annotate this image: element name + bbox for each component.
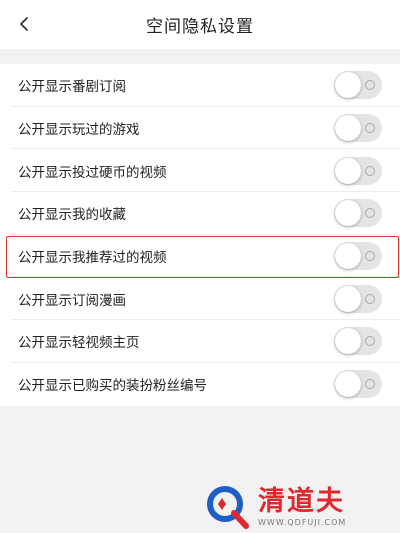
setting-label: 公开显示投过硬币的视频: [18, 164, 167, 181]
top-bar: 空间隐私设置: [0, 0, 400, 49]
setting-toggle[interactable]: [334, 199, 382, 228]
toggle-off-icon: [365, 123, 375, 134]
setting-label: 公开显示我推荐过的视频: [18, 250, 167, 267]
toggle-off-icon: [365, 80, 375, 91]
setting-label: 公开显示玩过的游戏: [18, 122, 140, 139]
setting-toggle[interactable]: [334, 71, 382, 100]
toggle-knob: [335, 371, 361, 398]
setting-toggle[interactable]: [334, 156, 382, 185]
setting-label: 公开显示我的收藏: [18, 207, 126, 224]
chevron-left-icon: [20, 17, 28, 31]
watermark-text: 清道夫 WWW.QDFUJI.COM: [258, 486, 346, 527]
toggle-off-icon: [365, 208, 375, 219]
setting-label: 公开显示番剧订阅: [18, 79, 126, 96]
setting-row-subscribed-comics[interactable]: 公开显示订阅漫画: [0, 277, 400, 321]
setting-toggle[interactable]: [334, 327, 382, 356]
setting-row-bangumi-subscription[interactable]: 公开显示番剧订阅: [0, 64, 400, 107]
toggle-knob: [335, 328, 361, 355]
setting-label: 公开显示已购买的装扮粉丝编号: [18, 378, 207, 395]
toggle-knob: [335, 115, 361, 142]
watermark-url: WWW.QDFUJI.COM: [258, 517, 347, 527]
setting-row-recommended-videos[interactable]: 公开显示我推荐过的视频: [0, 235, 400, 278]
setting-toggle[interactable]: [334, 114, 382, 143]
setting-row-favorites[interactable]: 公开显示我的收藏: [0, 192, 400, 235]
setting-label: 公开显示订阅漫画: [18, 292, 126, 309]
toggle-off-icon: [365, 379, 375, 390]
toggle-off-icon: [365, 293, 375, 304]
watermark-logo-icon: [207, 486, 249, 529]
setting-row-coined-videos[interactable]: 公开显示投过硬币的视频: [0, 149, 400, 193]
toggle-knob: [335, 72, 361, 99]
privacy-settings-screen: 空间隐私设置 公开显示番剧订阅 公开显示玩过的游戏 公开显示投过硬币的视频 公开…: [0, 0, 400, 533]
setting-label: 公开显示轻视频主页: [18, 335, 140, 352]
page-title: 空间隐私设置: [146, 17, 254, 37]
toggle-off-icon: [365, 165, 375, 176]
back-button[interactable]: [8, 8, 40, 40]
setting-row-played-games[interactable]: 公开显示玩过的游戏: [0, 107, 400, 150]
toggle-knob: [335, 243, 361, 270]
watermark-brand: 清道夫: [258, 485, 345, 517]
toggle-knob: [335, 285, 361, 312]
toggle-off-icon: [365, 336, 375, 347]
setting-toggle[interactable]: [334, 284, 382, 313]
toggle-off-icon: [365, 251, 375, 262]
setting-toggle[interactable]: [334, 370, 382, 399]
settings-list: 公开显示番剧订阅 公开显示玩过的游戏 公开显示投过硬币的视频 公开显示我的收藏 …: [0, 64, 400, 406]
setting-row-fan-number[interactable]: 公开显示已购买的装扮粉丝编号: [0, 363, 400, 406]
toggle-knob: [335, 200, 361, 227]
setting-toggle[interactable]: [334, 242, 382, 271]
setting-row-light-video-home[interactable]: 公开显示轻视频主页: [0, 320, 400, 363]
toggle-knob: [335, 157, 361, 184]
watermark: 清道夫 WWW.QDFUJI.COM: [204, 483, 394, 529]
